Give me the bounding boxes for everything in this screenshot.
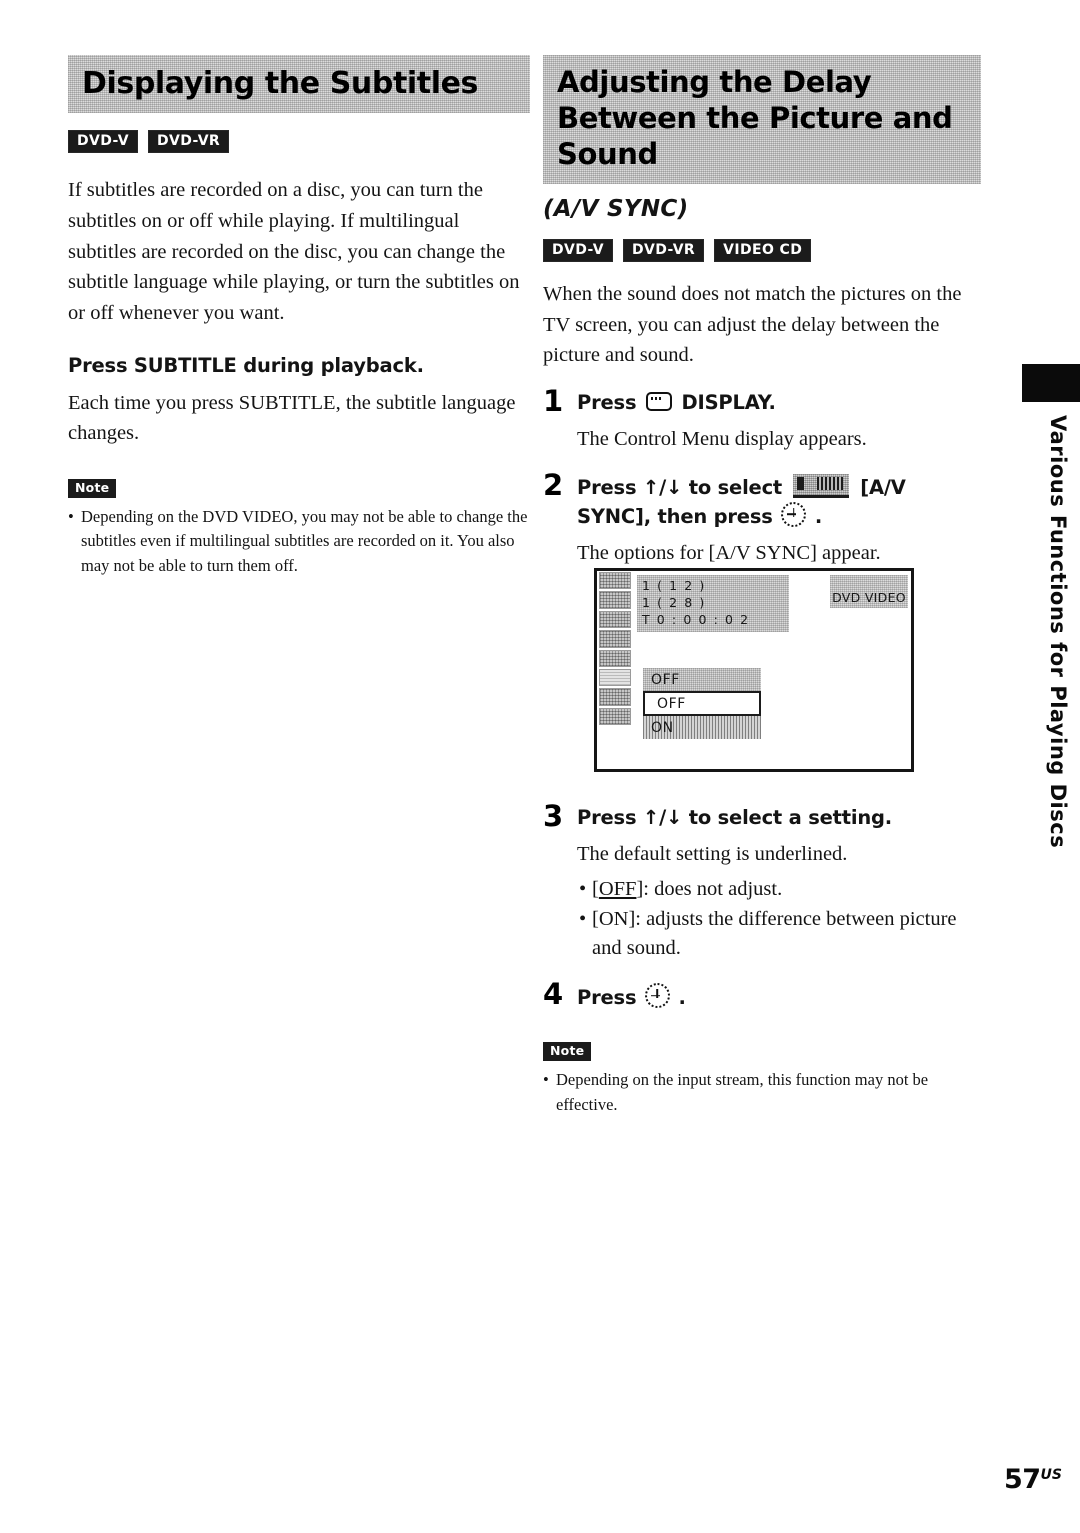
- step-2: 2 Press ↑/↓ to select [A/V SYNC], then p…: [543, 467, 981, 569]
- step-heading: Press DISPLAY.: [577, 390, 981, 417]
- disc-badge-video-cd: VIDEO CD: [714, 238, 812, 262]
- option-off[interactable]: OFF: [643, 691, 761, 716]
- control-menu-options: OFF OFF ON: [643, 668, 761, 739]
- step-4: 4 Press .: [543, 980, 981, 1012]
- setting-option-off: [OFF]: does not adjust.: [577, 875, 981, 905]
- control-menu-icon-cell: [599, 630, 631, 648]
- step-body: Press ↑/↓ to select [A/V SYNC], then pre…: [577, 471, 981, 569]
- step-text-before: Press ↑/↓ to select: [577, 475, 783, 499]
- control-menu-status-box: 1 ( 1 2 ) 1 ( 2 8 ) T 0 : 0 0 : 0 2: [637, 575, 789, 632]
- step-text-before: Press: [577, 391, 637, 415]
- disc-badge-row-right: DVD-V DVD-VR VIDEO CD: [543, 238, 981, 262]
- note-item: Depending on the input stream, this func…: [543, 1068, 981, 1117]
- step-number: 1: [543, 384, 564, 419]
- step-description: The options for [A/V SYNC] appear.: [577, 541, 881, 564]
- step-number: 4: [543, 977, 564, 1012]
- left-column: Displaying the Subtitles DVD-V DVD-VR If…: [68, 55, 530, 578]
- control-menu-icon-cell: [599, 591, 631, 609]
- display-button-icon: [645, 392, 672, 412]
- status-line-time: T 0 : 0 0 : 0 2: [642, 611, 750, 627]
- enter-button-icon: [644, 983, 670, 1009]
- step-description: The default setting is underlined.: [577, 843, 848, 866]
- subtitles-intro-paragraph: If subtitles are recorded on a disc, you…: [68, 179, 520, 325]
- control-menu-icon-cell: [599, 707, 631, 725]
- step-heading: Press ↑/↓ to select a setting.: [577, 806, 892, 830]
- page-number: 57US: [1004, 1464, 1062, 1495]
- section-banner-subtitles: Displaying the Subtitles: [68, 55, 530, 113]
- step-body: Press ↑/↓ to select a setting. The defau…: [577, 802, 981, 964]
- control-menu-icon-cell: [599, 572, 631, 590]
- disc-badge-dvd-vr: DVD-VR: [147, 130, 230, 154]
- step-text-after: .: [678, 986, 686, 1010]
- chapter-tab-marker: [1022, 364, 1080, 402]
- section-heading-av-sync: Adjusting the Delay Between the Picture …: [557, 65, 953, 171]
- setting-option-on: [ON]: adjusts the difference between pic…: [577, 905, 981, 964]
- control-menu-icon-cell: [599, 688, 631, 706]
- page-number-value: 57: [1003, 1464, 1041, 1495]
- note-tag: Note: [68, 478, 117, 498]
- note-block-subtitles: Note Depending on the DVD VIDEO, you may…: [68, 478, 530, 579]
- manual-page: Displaying the Subtitles DVD-V DVD-VR If…: [0, 0, 1080, 1533]
- control-menu-icon-cell: [599, 610, 631, 629]
- setting-text-on: : adjusts the difference between picture…: [592, 907, 957, 960]
- step-heading: Press ↑/↓ to select [A/V SYNC], then pre…: [577, 473, 981, 531]
- control-menu-icon-bar: [597, 571, 633, 726]
- step-body: Press .: [577, 980, 981, 1012]
- page-number-suffix: US: [1040, 1467, 1062, 1483]
- step-1: 1 Press DISPLAY. The Control Menu displa…: [543, 387, 981, 455]
- step-text-after: DISPLAY.: [681, 391, 776, 415]
- setting-label-off: OFF: [598, 877, 637, 900]
- option-header: OFF: [643, 668, 761, 691]
- note-item: Depending on the DVD VIDEO, you may not …: [68, 505, 530, 578]
- step-heading: Press .: [577, 983, 981, 1012]
- disc-badge-dvd-v: DVD-V: [543, 238, 613, 262]
- step-number: 2: [543, 467, 564, 502]
- step-text-end: .: [814, 504, 823, 528]
- right-column: Adjusting the Delay Between the Picture …: [543, 55, 981, 1117]
- chapter-tab-label: Various Functions for Playing Discs: [1046, 415, 1070, 849]
- section-banner-av-sync: Adjusting the Delay Between the Picture …: [543, 55, 981, 184]
- subtitles-instruction: Press SUBTITLE during playback.: [68, 353, 424, 377]
- step-text-before: Press: [577, 986, 637, 1010]
- note-list: Depending on the DVD VIDEO, you may not …: [68, 505, 530, 578]
- section-subtitle-av-sync: (A/V SYNC): [543, 195, 689, 222]
- control-menu-screenshot: 1 ( 1 2 ) 1 ( 2 8 ) T 0 : 0 0 : 0 2 DVD …: [594, 568, 914, 772]
- note-block-av-sync: Note Depending on the input stream, this…: [543, 1041, 981, 1117]
- status-line-chapter: 1 ( 2 8 ): [642, 594, 706, 610]
- av-sync-menu-icon: [792, 473, 849, 498]
- control-menu-icon-cell-selected: [599, 668, 631, 687]
- disc-badge-dvd-vr: DVD-VR: [622, 238, 705, 262]
- disc-badge-row-left: DVD-V DVD-VR: [68, 130, 530, 154]
- note-tag: Note: [543, 1041, 592, 1062]
- enter-button-icon: [781, 501, 807, 527]
- control-menu-icon-cell: [599, 649, 631, 667]
- av-sync-intro-paragraph: When the sound does not match the pictur…: [543, 282, 962, 367]
- step-number: 3: [543, 799, 564, 834]
- status-line-title: 1 ( 1 2 ): [642, 578, 706, 593]
- step-description: The Control Menu display appears.: [577, 428, 867, 451]
- step-text-after: then press: [657, 504, 773, 528]
- note-list: Depending on the input stream, this func…: [543, 1068, 981, 1117]
- section-heading-subtitles: Displaying the Subtitles: [82, 66, 479, 101]
- disc-type-label: DVD VIDEO: [830, 575, 908, 608]
- setting-label-on: ON: [598, 907, 629, 930]
- setting-options-list: [OFF]: does not adjust. [ON]: adjusts th…: [577, 875, 981, 964]
- setting-text-off: : does not adjust.: [643, 877, 783, 900]
- step-3: 3 Press ↑/↓ to select a setting. The def…: [543, 802, 981, 964]
- step-body: Press DISPLAY. The Control Menu display …: [577, 387, 981, 455]
- option-on[interactable]: ON: [643, 716, 761, 739]
- subtitles-instruction-detail: Each time you press SUBTITLE, the subtit…: [68, 392, 516, 445]
- disc-badge-dvd-v: DVD-V: [68, 130, 138, 154]
